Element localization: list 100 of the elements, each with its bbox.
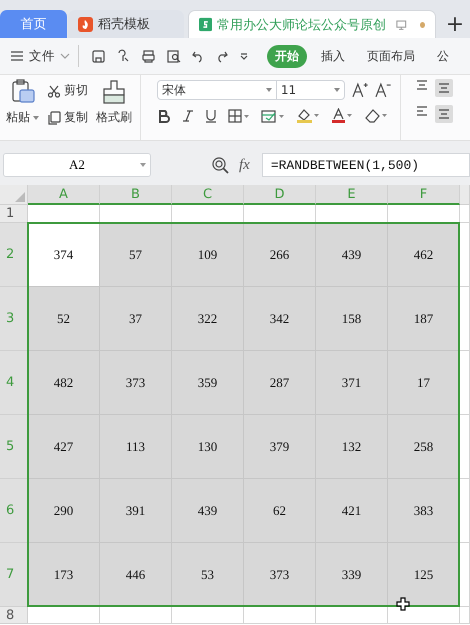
eraser-icon[interactable] <box>364 108 388 124</box>
function-button[interactable]: fx <box>239 156 250 174</box>
table-cell: 439 <box>316 223 388 287</box>
increase-font-icon[interactable] <box>350 81 368 99</box>
bold-icon[interactable] <box>157 109 171 123</box>
scissors-icon <box>47 84 61 98</box>
copy-icon <box>47 110 61 124</box>
table-cell: 383 <box>388 479 460 543</box>
table-cell: 287 <box>244 351 316 415</box>
monitor-icon <box>396 18 407 30</box>
table-cell: 187 <box>388 287 460 351</box>
font-color-icon[interactable] <box>331 108 353 124</box>
ribbon-tab[interactable]: 插入 <box>313 44 353 68</box>
table-cell: 462 <box>388 223 460 287</box>
font-size-field[interactable]: 11 <box>276 80 345 100</box>
table-cell: 266 <box>244 223 316 287</box>
table-cell <box>460 223 470 287</box>
ribbon-tab[interactable]: 页面布局 <box>359 44 423 68</box>
table-cell: 439 <box>172 479 244 543</box>
tab-label: 常用办公大师论坛公众号原创 <box>217 16 386 34</box>
menu-label: 文件 <box>29 48 55 64</box>
tab-label: 首页 <box>20 16 46 33</box>
brush-icon <box>102 79 126 105</box>
table-cell: 427 <box>28 415 100 479</box>
fill-style-icon[interactable] <box>261 109 285 123</box>
tab[interactable]: 稻壳模板 <box>68 10 184 38</box>
cut-button[interactable]: 剪切 <box>47 82 88 99</box>
table-cell: 421 <box>316 479 388 543</box>
table-cell <box>460 415 470 479</box>
clipboard-icon <box>10 79 36 105</box>
tab-label: 稻壳模板 <box>98 16 150 33</box>
dropdown-icon[interactable] <box>239 51 249 61</box>
table-cell: 52 <box>28 287 100 351</box>
align-middle-icon[interactable] <box>435 79 453 97</box>
table-cell: 37 <box>100 287 172 351</box>
ribbon-tab[interactable]: 公 <box>429 44 457 68</box>
table-cell: 371 <box>316 351 388 415</box>
decrease-font-icon[interactable] <box>374 81 392 99</box>
cursor-icon <box>396 597 410 611</box>
save-icon[interactable] <box>91 48 106 64</box>
table-cell: 130 <box>172 415 244 479</box>
table-cell: 17 <box>388 351 460 415</box>
table-cell: 342 <box>244 287 316 351</box>
print-preview-icon[interactable] <box>166 48 181 64</box>
borders-icon[interactable] <box>228 109 250 123</box>
table-cell: 373 <box>244 543 316 607</box>
italic-icon[interactable] <box>182 109 194 123</box>
spreadsheet-logo-icon <box>199 17 212 32</box>
row-header[interactable]: 1 <box>0 205 28 223</box>
table-cell: 373 <box>100 351 172 415</box>
table-cell <box>460 287 470 351</box>
table-cell: 374 <box>28 223 100 287</box>
table-cell: 62 <box>244 479 316 543</box>
ribbon-tab[interactable]: 开始 <box>267 44 307 68</box>
table-cell: 53 <box>172 543 244 607</box>
table-cell <box>244 607 316 624</box>
table-cell: 359 <box>172 351 244 415</box>
button-label: 粘贴 <box>6 109 30 126</box>
underline-icon[interactable] <box>205 109 217 123</box>
table-cell: 482 <box>28 351 100 415</box>
font-name-field[interactable]: 宋体 <box>157 80 277 100</box>
table-cell: 290 <box>28 479 100 543</box>
table-cell: 446 <box>100 543 172 607</box>
tab[interactable]: 首页 <box>0 10 67 38</box>
new-tab-button[interactable]: + <box>440 10 470 38</box>
tab[interactable]: 常用办公大师论坛公众号原创 <box>188 10 436 38</box>
paste-button[interactable]: 粘贴 <box>6 79 39 136</box>
caret-icon <box>140 163 146 167</box>
table-cell <box>100 607 172 624</box>
table-cell: 379 <box>244 415 316 479</box>
table-cell: 391 <box>100 479 172 543</box>
formula-field[interactable]: =RANDBETWEEN(1,500) <box>262 153 470 177</box>
table-cell <box>316 607 388 624</box>
name-box[interactable]: A2 <box>3 153 151 177</box>
print-icon[interactable] <box>141 48 156 64</box>
copy-button[interactable]: 复制 <box>47 109 88 126</box>
fill-color-icon[interactable] <box>296 108 320 124</box>
table-cell <box>172 607 244 624</box>
format-painter-button[interactable]: 格式刷 <box>96 79 132 136</box>
flame-logo-icon <box>78 16 93 32</box>
table-cell: 258 <box>388 415 460 479</box>
table-cell <box>28 607 100 624</box>
table-cell: 113 <box>100 415 172 479</box>
table-cell: 173 <box>28 543 100 607</box>
align-center-icon[interactable] <box>435 105 453 123</box>
caret-icon <box>334 88 340 92</box>
table-cell: 132 <box>316 415 388 479</box>
table-cell: 158 <box>316 287 388 351</box>
menu-icon <box>10 50 24 62</box>
table-cell: 339 <box>316 543 388 607</box>
zoom-icon[interactable] <box>211 156 229 174</box>
chevron-down-icon <box>60 52 70 60</box>
table-cell <box>460 607 470 624</box>
table-cell <box>460 479 470 543</box>
caret-icon <box>266 88 272 92</box>
file-menu[interactable]: 文件 <box>10 45 79 67</box>
row-header[interactable]: 8 <box>0 607 28 624</box>
table-cell <box>460 351 470 415</box>
table-cell: 322 <box>172 287 244 351</box>
caret-icon <box>33 116 39 120</box>
